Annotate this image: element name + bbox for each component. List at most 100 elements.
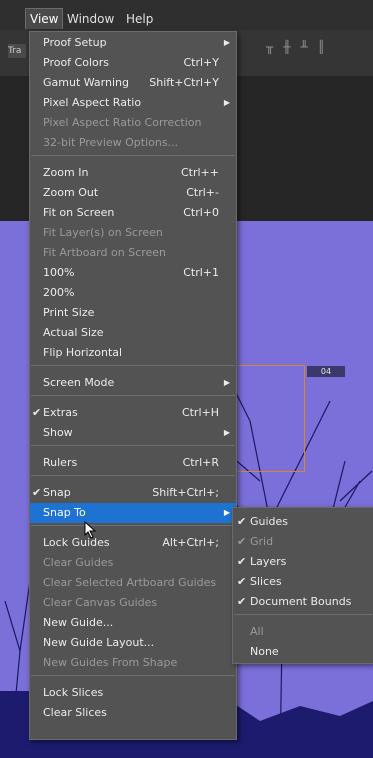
menu-separator	[31, 525, 235, 526]
menu-item-label: Zoom In	[43, 166, 89, 179]
menu-item-proof-colors[interactable]: Proof Colors Ctrl+Y	[30, 53, 236, 73]
snap-item-document-bounds[interactable]: ✔ Document Bounds	[233, 592, 373, 612]
menu-separator	[31, 675, 235, 676]
submenu-arrow-icon: ▶	[223, 98, 230, 107]
menu-item-label: Lock Guides	[43, 536, 110, 549]
menu-item-100[interactable]: 100% Ctrl+1	[30, 263, 236, 283]
menu-separator	[31, 395, 235, 396]
checkmark-icon: ✔	[237, 555, 247, 568]
menu-item-new-guide-layout[interactable]: New Guide Layout...	[30, 633, 236, 653]
snap-item-all: All	[233, 622, 373, 642]
snap-item-slices[interactable]: ✔ Slices	[233, 572, 373, 592]
menu-item-screen-mode[interactable]: Screen Mode ▶	[30, 373, 236, 393]
menu-item-label: Fit Layer(s) on Screen	[43, 226, 163, 239]
menu-item-label: 100%	[43, 266, 75, 279]
checkmark-icon: ✔	[32, 486, 42, 499]
snap-item-label: All	[250, 625, 264, 638]
menu-item-label: Clear Canvas Guides	[43, 596, 158, 609]
menu-item-shortcut: Ctrl+H	[181, 406, 219, 419]
menu-item-label: New Guides From Shape	[43, 656, 178, 669]
menu-item-200[interactable]: 200%	[30, 283, 236, 303]
menu-item-label: Rulers	[43, 456, 78, 469]
menu-item-label: Pixel Aspect Ratio	[43, 96, 142, 109]
view-menu: Proof Setup ▶ Proof Colors Ctrl+Y Gamut Warn…	[29, 31, 237, 740]
menu-item-lock-slices[interactable]: Lock Slices	[30, 683, 236, 703]
menu-item-gamut-warning[interactable]: Gamut Warning Shift+Ctrl+Y	[30, 73, 236, 93]
checkmark-icon: ✔	[237, 515, 247, 528]
menu-item-label: Extras	[43, 406, 78, 419]
menu-item-fit-on-screen[interactable]: Fit on Screen Ctrl+0	[30, 203, 236, 223]
menu-item-label: Show	[43, 426, 73, 439]
menu-item-clear-selected-artboard-guides: Clear Selected Artboard Guides	[30, 573, 236, 593]
snap-item-label: None	[250, 645, 279, 658]
menu-item-label: New Guide Layout...	[43, 636, 155, 649]
align-icons[interactable]: ╥╫╨║	[266, 40, 335, 54]
menu-separator	[31, 445, 235, 446]
menu-item-clear-canvas-guides: Clear Canvas Guides	[30, 593, 236, 613]
menu-item-label: 200%	[43, 286, 75, 299]
menu-item-print-size[interactable]: Print Size	[30, 303, 236, 323]
menu-item-fit-layer-s-on-screen: Fit Layer(s) on Screen	[30, 223, 236, 243]
menu-item-show[interactable]: Show ▶	[30, 423, 236, 443]
menu-item-shortcut: Ctrl+-	[186, 186, 219, 199]
menu-item-32-bit-preview-options: 32-bit Preview Options...	[30, 133, 236, 153]
menu-item-pixel-aspect-ratio[interactable]: Pixel Aspect Ratio ▶	[30, 93, 236, 113]
align-top-icon[interactable]: ╥	[266, 40, 283, 54]
menu-item-label: Lock Slices	[43, 686, 104, 699]
menu-item-label: Screen Mode	[43, 376, 115, 389]
menu-item-shortcut: Ctrl++	[180, 166, 219, 179]
menu-item-extras[interactable]: ✔ Extras Ctrl+H	[30, 403, 236, 423]
selection-box[interactable]	[237, 365, 305, 472]
align-left-icon[interactable]: ║	[318, 40, 335, 54]
menu-item-label: Clear Slices	[43, 706, 107, 719]
menu-item-label: Fit Artboard on Screen	[43, 246, 167, 259]
menu-item-label: Clear Guides	[43, 556, 114, 569]
snap-item-layers[interactable]: ✔ Layers	[233, 552, 373, 572]
menu-item-zoom-out[interactable]: Zoom Out Ctrl+-	[30, 183, 236, 203]
submenu-arrow-icon: ▶	[223, 378, 230, 387]
menu-item-proof-setup[interactable]: Proof Setup ▶	[30, 33, 236, 53]
menu-item-label: Print Size	[43, 306, 95, 319]
menu-item-lock-guides[interactable]: Lock Guides Alt+Ctrl+;	[30, 533, 236, 553]
menu-item-shortcut: Ctrl+1	[183, 266, 219, 279]
menu-help[interactable]: Help	[122, 9, 157, 29]
menu-item-label: Zoom Out	[43, 186, 99, 199]
toolbar-tab[interactable]: Tra	[8, 44, 26, 58]
menu-item-zoom-in[interactable]: Zoom In Ctrl++	[30, 163, 236, 183]
menu-item-rulers[interactable]: Rulers Ctrl+R	[30, 453, 236, 473]
align-vcenter-icon[interactable]: ╫	[283, 40, 300, 54]
checkmark-icon: ✔	[237, 535, 247, 548]
menu-item-actual-size[interactable]: Actual Size	[30, 323, 236, 343]
snap-item-none[interactable]: None	[233, 642, 373, 662]
menu-item-label: Actual Size	[43, 326, 104, 339]
menu-item-snap[interactable]: ✔ Snap Shift+Ctrl+;	[30, 483, 236, 503]
menu-item-label: Proof Colors	[43, 56, 109, 69]
checkmark-icon: ✔	[32, 406, 42, 419]
snap-to-submenu: ✔ Guides ✔ Grid ✔ Layers ✔ Slices ✔ Document Boun…	[232, 507, 373, 664]
menu-item-pixel-aspect-ratio-correction: Pixel Aspect Ratio Correction	[30, 113, 236, 133]
menu-item-flip-horizontal[interactable]: Flip Horizontal	[30, 343, 236, 363]
menu-window[interactable]: Window	[63, 9, 118, 29]
menu-item-clear-slices[interactable]: Clear Slices	[30, 703, 236, 723]
slice-badge: 04	[307, 366, 345, 377]
snap-item-label: Guides	[250, 515, 289, 528]
menu-item-fit-artboard-on-screen: Fit Artboard on Screen	[30, 243, 236, 263]
align-bottom-icon[interactable]: ╨	[300, 40, 317, 54]
menu-item-shortcut: Ctrl+0	[183, 206, 219, 219]
snap-item-guides[interactable]: ✔ Guides	[233, 512, 373, 532]
submenu-arrow-icon: ▶	[223, 428, 230, 437]
menu-view[interactable]: View	[25, 8, 64, 29]
snap-item-label: Slices	[250, 575, 282, 588]
menu-item-label: 32-bit Preview Options...	[43, 136, 179, 149]
menu-item-label: New Guide...	[43, 616, 114, 629]
menu-item-new-guide[interactable]: New Guide...	[30, 613, 236, 633]
menu-item-snap-to[interactable]: Snap To ▶	[30, 503, 236, 523]
checkmark-icon: ✔	[237, 595, 247, 608]
menu-item-label: Proof Setup	[43, 36, 107, 49]
snap-item-label: Layers	[250, 555, 287, 568]
menu-item-label: Fit on Screen	[43, 206, 115, 219]
menu-item-shortcut: Alt+Ctrl+;	[162, 536, 219, 549]
menu-item-new-guides-from-shape: New Guides From Shape	[30, 653, 236, 673]
menu-item-shortcut: Ctrl+R	[182, 456, 219, 469]
submenu-arrow-icon: ▶	[223, 508, 230, 517]
